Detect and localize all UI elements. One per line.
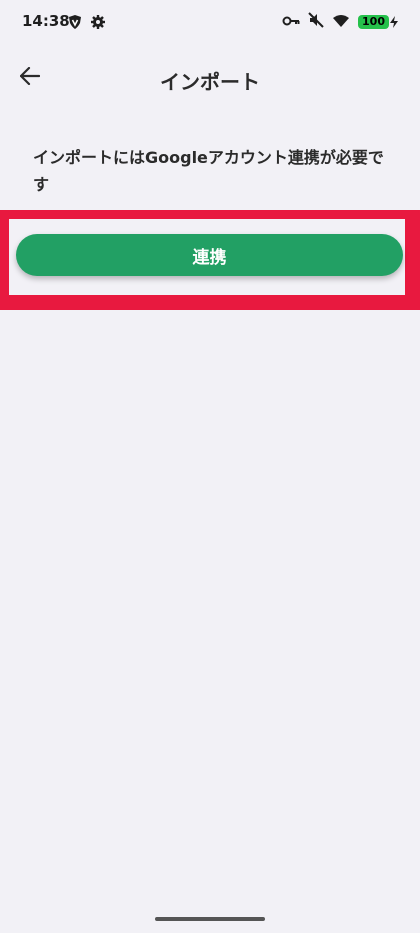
google-link-message: インポートにはGoogleアカウント連携が必要です <box>33 148 384 194</box>
vpn-shield-icon <box>67 14 83 30</box>
battery-charging-icon: 100 <box>358 15 398 29</box>
key-icon <box>282 13 300 32</box>
status-icons: 100 <box>282 12 398 32</box>
mute-icon <box>308 12 324 32</box>
status-bar: 14:38 100 <box>0 0 420 44</box>
gesture-navigation-bar[interactable] <box>155 917 265 921</box>
app-header: インポート <box>0 54 420 104</box>
battery-level: 100 <box>358 15 389 29</box>
settings-gear-icon <box>90 14 106 30</box>
link-account-button[interactable]: 連携 <box>16 234 403 276</box>
status-time: 14:38 <box>22 12 70 30</box>
wifi-icon <box>332 13 350 32</box>
page-title: インポート <box>160 70 260 94</box>
